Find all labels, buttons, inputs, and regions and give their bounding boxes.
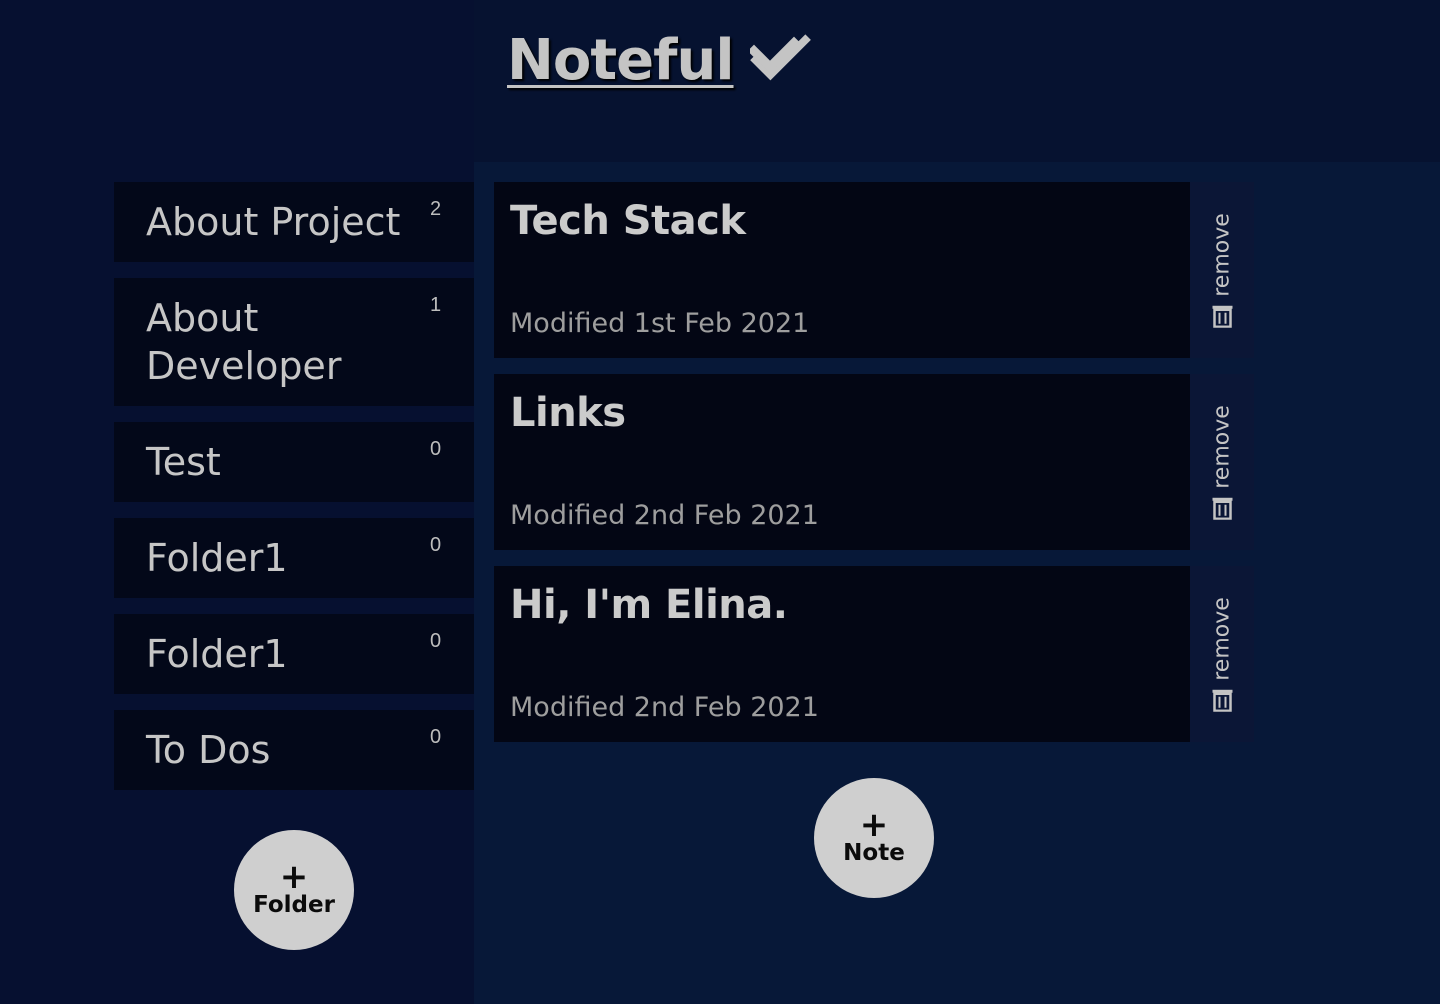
trash-icon: [1211, 496, 1233, 520]
remove-note-button[interactable]: remove: [1190, 566, 1254, 742]
note-card: Hi, I'm Elina. Modified 2nd Feb 2021 rem…: [494, 566, 1254, 742]
remove-note-button[interactable]: remove: [1190, 374, 1254, 550]
note-modified-date: Modified 2nd Feb 2021: [510, 692, 819, 723]
note-modified-date: Modified 2nd Feb 2021: [510, 500, 819, 531]
trash-icon: [1211, 688, 1233, 712]
remove-label: remove: [1209, 213, 1235, 297]
note-title: Links: [510, 390, 626, 436]
folder-item-test[interactable]: Test 0: [114, 422, 474, 502]
add-folder-button[interactable]: + Folder: [234, 830, 354, 950]
double-check-icon: [749, 29, 814, 93]
add-note-button[interactable]: + Note: [814, 778, 934, 898]
trash-icon: [1211, 304, 1233, 328]
folder-note-count: 0: [430, 630, 442, 652]
remove-label: remove: [1209, 405, 1235, 489]
add-note-label: Note: [843, 840, 905, 866]
folder-name: Test: [146, 440, 221, 484]
folder-list: About Project 2 About Developer 1 Test 0…: [114, 182, 474, 806]
plus-icon: +: [859, 805, 889, 845]
add-folder-label: Folder: [253, 892, 335, 918]
note-title: Hi, I'm Elina.: [510, 582, 788, 628]
note-list: Tech Stack Modified 1st Feb 2021 remove …: [494, 182, 1254, 758]
note-title: Tech Stack: [510, 198, 746, 244]
note-modified-date: Modified 1st Feb 2021: [510, 308, 810, 339]
note-card: Tech Stack Modified 1st Feb 2021 remove: [494, 182, 1254, 358]
app-title-link[interactable]: Noteful: [507, 28, 735, 93]
folder-name: To Dos: [146, 728, 271, 772]
folder-item-folder1[interactable]: Folder1 0: [114, 518, 474, 598]
folder-note-count: 0: [430, 534, 442, 556]
note-card: Links Modified 2nd Feb 2021 remove: [494, 374, 1254, 550]
note-link[interactable]: Links Modified 2nd Feb 2021: [494, 374, 1190, 550]
folder-item-folder1[interactable]: Folder1 0: [114, 614, 474, 694]
note-link[interactable]: Hi, I'm Elina. Modified 2nd Feb 2021: [494, 566, 1190, 742]
folder-item-about-project[interactable]: About Project 2: [114, 182, 474, 262]
folder-note-count: 0: [430, 726, 442, 748]
folder-name: About Project: [146, 200, 401, 244]
app-title: Noteful: [507, 28, 814, 93]
folder-name: Folder1: [146, 536, 288, 580]
folder-note-count: 1: [430, 294, 442, 316]
folder-item-to-dos[interactable]: To Dos 0: [114, 710, 474, 790]
remove-note-button[interactable]: remove: [1190, 182, 1254, 358]
note-link[interactable]: Tech Stack Modified 1st Feb 2021: [494, 182, 1190, 358]
folder-name: Folder1: [146, 632, 288, 676]
folder-item-about-developer[interactable]: About Developer 1: [114, 278, 474, 406]
remove-label: remove: [1209, 597, 1235, 681]
folder-name: About Developer: [146, 296, 342, 388]
folder-note-count: 2: [430, 198, 442, 220]
folder-note-count: 0: [430, 438, 442, 460]
plus-icon: +: [279, 857, 309, 897]
